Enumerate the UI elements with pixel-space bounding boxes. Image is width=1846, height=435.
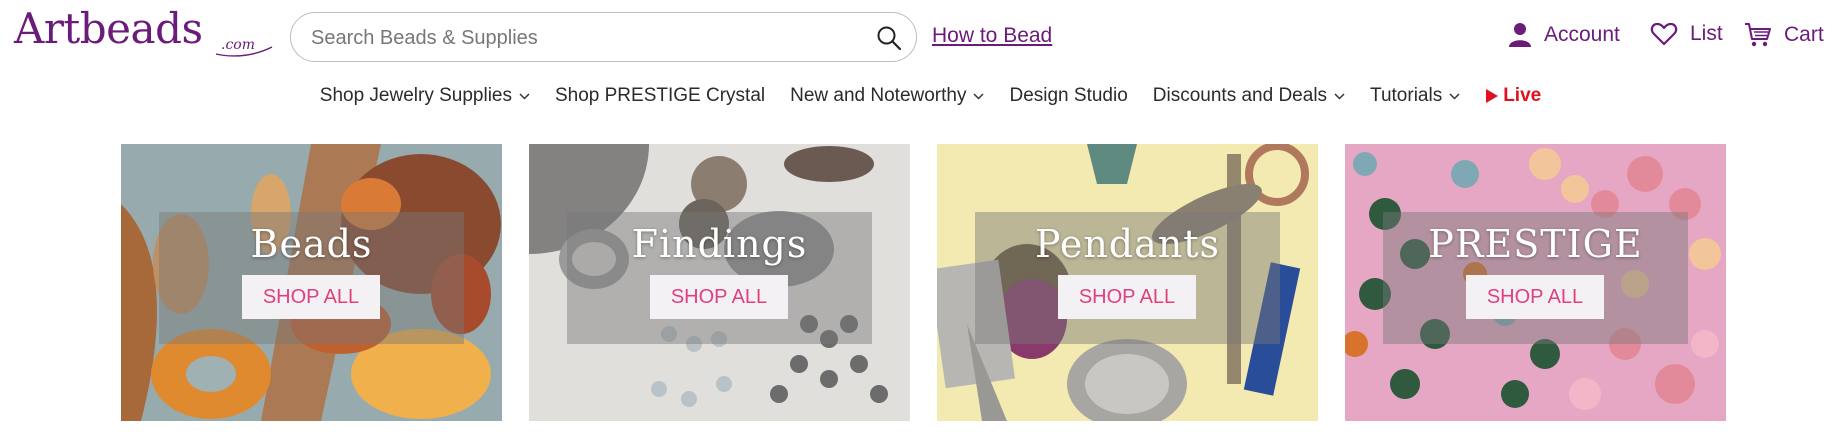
site-header: Artbeads .com How to Bead Account List bbox=[0, 0, 1846, 75]
category-tile-beads[interactable]: Beads SHOP ALL bbox=[121, 144, 502, 421]
main-nav: Shop Jewelry Supplies Shop PRESTIGE Crys… bbox=[0, 80, 1846, 112]
chevron-down-icon bbox=[1334, 92, 1345, 100]
nav-live-label: Live bbox=[1503, 85, 1542, 106]
account-link[interactable]: Account bbox=[1508, 22, 1620, 48]
nav-shop-prestige-crystal[interactable]: Shop PRESTIGE Crystal bbox=[555, 85, 765, 107]
nav-design-studio[interactable]: Design Studio bbox=[1009, 85, 1127, 107]
logo-swoosh-icon bbox=[215, 46, 273, 57]
nav-label: Discounts and Deals bbox=[1152, 85, 1328, 106]
shop-all-findings-button[interactable]: SHOP ALL bbox=[650, 275, 788, 319]
tile-title: Findings bbox=[631, 222, 808, 266]
nav-label: Shop PRESTIGE Crystal bbox=[554, 85, 766, 106]
shop-all-pendants-button[interactable]: SHOP ALL bbox=[1058, 275, 1196, 319]
shop-all-beads-button[interactable]: SHOP ALL bbox=[242, 275, 380, 319]
nav-tutorials[interactable]: Tutorials bbox=[1370, 85, 1460, 107]
nav-live[interactable]: Live bbox=[1485, 85, 1541, 107]
list-label: List bbox=[1690, 22, 1723, 45]
how-to-bead-link[interactable]: How to Bead bbox=[932, 24, 1052, 48]
tile-title: PRESTIGE bbox=[1428, 222, 1643, 266]
category-tiles: Beads SHOP ALL Findings SHOP ALL Pendant… bbox=[121, 144, 1726, 421]
user-icon bbox=[1509, 23, 1531, 47]
cart-label: Cart bbox=[1784, 23, 1824, 46]
category-tile-pendants[interactable]: Pendants SHOP ALL bbox=[937, 144, 1318, 421]
account-label: Account bbox=[1544, 23, 1620, 46]
artbeads-logo[interactable]: Artbeads .com bbox=[14, 8, 273, 64]
search-input[interactable] bbox=[309, 22, 853, 54]
chevron-down-icon bbox=[973, 92, 985, 100]
search-icon bbox=[877, 26, 902, 51]
tile-title: Beads bbox=[250, 222, 373, 266]
category-tile-prestige[interactable]: PRESTIGE SHOP ALL bbox=[1345, 144, 1726, 421]
nav-label: Tutorials bbox=[1370, 85, 1443, 106]
chevron-down-icon bbox=[1449, 92, 1460, 100]
cart-link[interactable]: Cart bbox=[1744, 22, 1824, 48]
play-icon bbox=[1486, 89, 1499, 103]
category-tile-findings[interactable]: Findings SHOP ALL bbox=[529, 144, 910, 421]
chevron-down-icon bbox=[519, 92, 530, 100]
nav-new-and-noteworthy[interactable]: New and Noteworthy bbox=[790, 85, 985, 107]
nav-label: New and Noteworthy bbox=[790, 85, 967, 106]
nav-label: Shop Jewelry Supplies bbox=[319, 85, 512, 106]
nav-label: Design Studio bbox=[1009, 85, 1128, 106]
tile-title: Pendants bbox=[1034, 222, 1221, 266]
shop-all-prestige-button[interactable]: SHOP ALL bbox=[1466, 275, 1604, 319]
search-button[interactable] bbox=[876, 25, 902, 51]
list-link[interactable]: List bbox=[1650, 22, 1723, 46]
cart-icon bbox=[1745, 23, 1771, 47]
logo-text: Artbeads bbox=[14, 4, 203, 53]
heart-icon bbox=[1650, 22, 1678, 46]
nav-shop-jewelry-supplies[interactable]: Shop Jewelry Supplies bbox=[320, 85, 530, 107]
nav-discounts-and-deals[interactable]: Discounts and Deals bbox=[1153, 85, 1345, 107]
search-box bbox=[290, 12, 917, 62]
